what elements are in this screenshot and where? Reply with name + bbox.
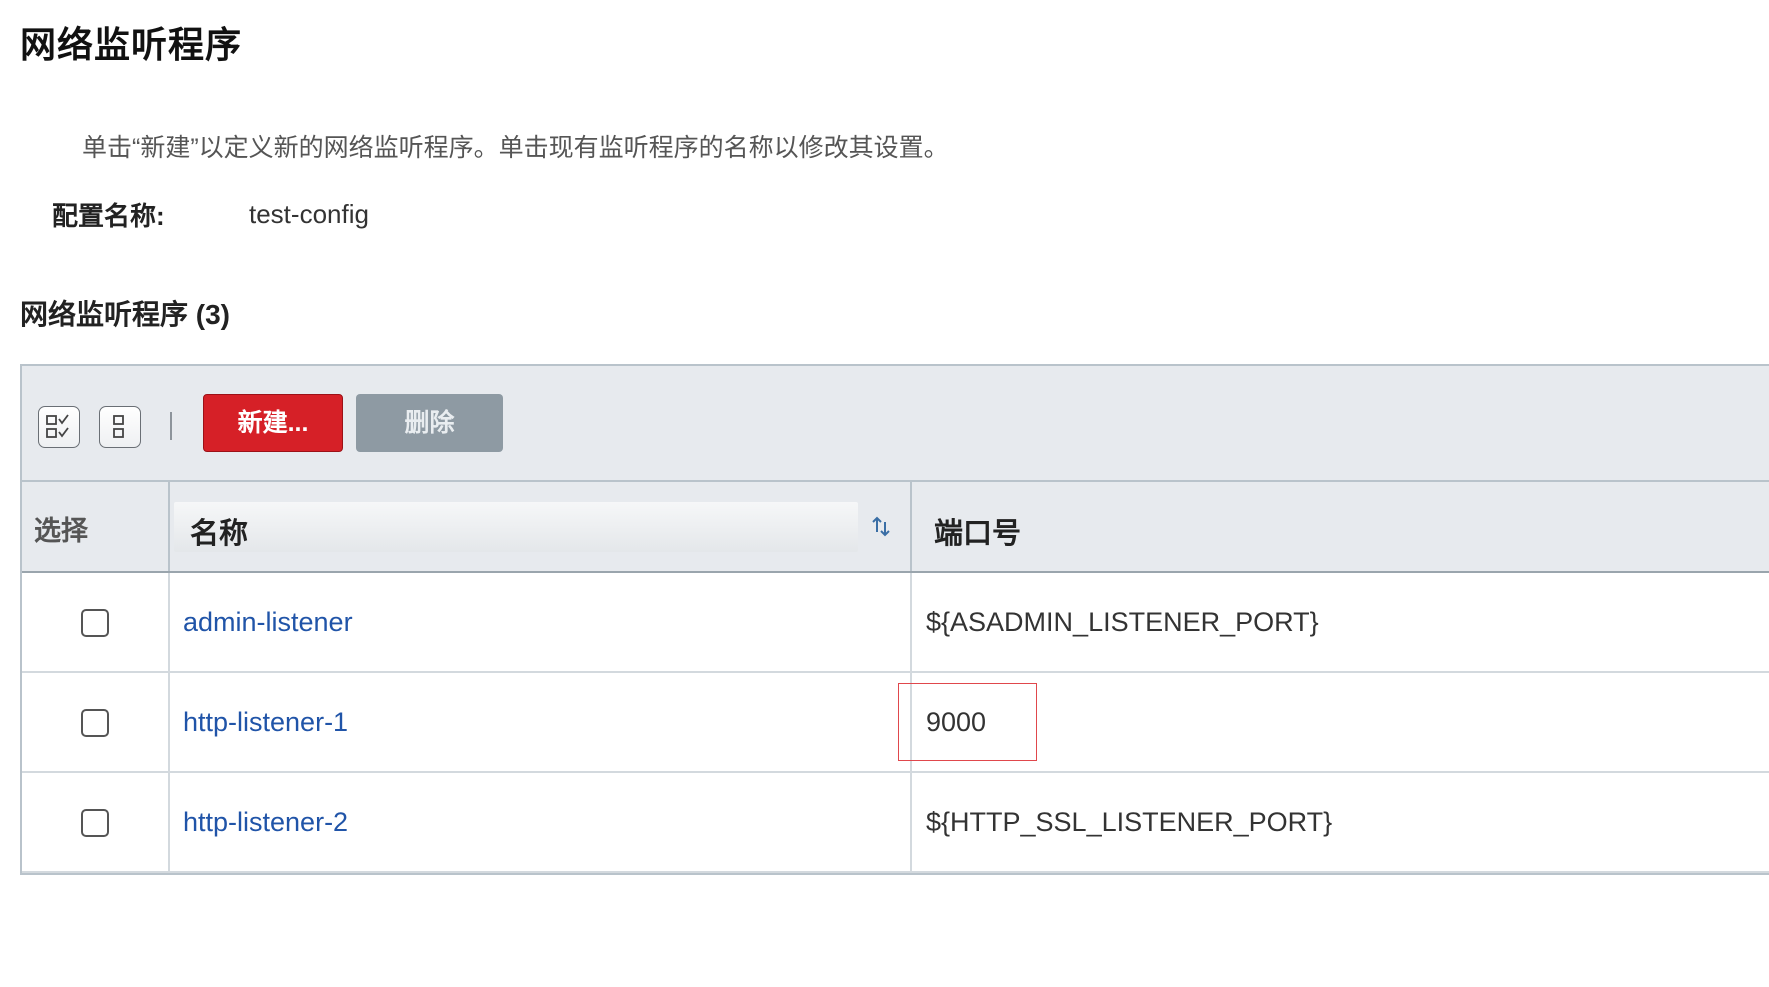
listener-port: ${HTTP_SSL_LISTENER_PORT} xyxy=(926,807,1333,837)
listener-port: ${ASADMIN_LISTENER_PORT} xyxy=(926,607,1319,637)
sort-icon[interactable] xyxy=(870,514,892,543)
column-header-select: 选择 xyxy=(22,482,170,571)
column-header-port: 端口号 xyxy=(912,482,1769,571)
page-title: 网络监听程序 xyxy=(20,24,243,65)
select-cell xyxy=(22,773,170,871)
row-checkbox[interactable] xyxy=(81,809,109,837)
column-header-name-bg xyxy=(174,502,858,552)
select-all-button[interactable] xyxy=(38,406,80,448)
listener-name-link[interactable]: http-listener-1 xyxy=(183,707,348,738)
table-row: admin-listener ${ASADMIN_LISTENER_PORT} xyxy=(22,573,1769,673)
deselect-all-button[interactable] xyxy=(99,406,141,448)
row-checkbox[interactable] xyxy=(81,709,109,737)
name-cell: admin-listener xyxy=(170,573,912,671)
select-cell xyxy=(22,673,170,771)
table-toolbar: 新建... 删除 xyxy=(22,366,1769,482)
help-text: 单击“新建”以定义新的网络监听程序。单击现有监听程序的名称以修改其设置。 xyxy=(82,134,949,162)
table-row: http-listener-1 9000 xyxy=(22,673,1769,773)
listener-name-link[interactable]: http-listener-2 xyxy=(183,807,348,838)
port-cell: 9000 xyxy=(898,673,1769,771)
table-header-row: 选择 名称 端口号 xyxy=(22,482,1769,573)
select-cell xyxy=(22,573,170,671)
listener-name-link[interactable]: admin-listener xyxy=(183,607,353,638)
row-checkbox[interactable] xyxy=(81,609,109,637)
new-button[interactable]: 新建... xyxy=(203,394,343,452)
delete-button[interactable]: 删除 xyxy=(356,394,503,452)
config-name-row: 配置名称: test-config xyxy=(52,196,369,233)
config-name-label: 配置名称: xyxy=(52,201,165,231)
table-row: http-listener-2 ${HTTP_SSL_LISTENER_PORT… xyxy=(22,773,1769,873)
column-header-name-label: 名称 xyxy=(190,518,249,550)
name-cell: http-listener-2 xyxy=(170,773,912,871)
listeners-table: 新建... 删除 选择 名称 端口号 admin-listener ${ASAD… xyxy=(20,364,1769,875)
column-header-name[interactable]: 名称 xyxy=(170,482,912,571)
name-cell: http-listener-1 xyxy=(170,673,912,771)
toolbar-separator xyxy=(170,412,172,440)
column-header-select-label: 选择 xyxy=(34,516,88,546)
column-header-port-label: 端口号 xyxy=(934,518,1022,550)
section-title: 网络监听程序 (3) xyxy=(20,299,231,330)
port-cell: ${ASADMIN_LISTENER_PORT} xyxy=(912,573,1769,671)
config-name-value: test-config xyxy=(249,199,369,229)
listener-port: 9000 xyxy=(926,707,987,737)
port-cell: ${HTTP_SSL_LISTENER_PORT} xyxy=(912,773,1769,871)
